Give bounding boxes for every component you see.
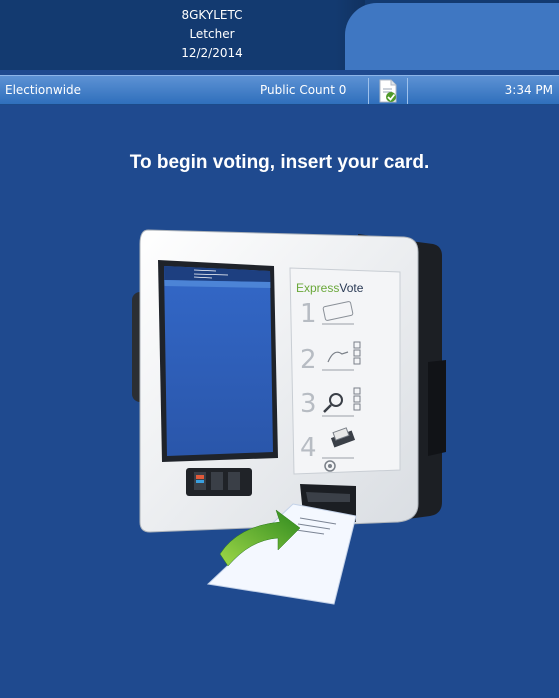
machine-screen	[164, 266, 273, 456]
brand-logo: ExpressVote	[296, 281, 364, 295]
clock-time: 3:34 PM	[504, 83, 553, 97]
election-date: 12/2/2014	[181, 46, 243, 60]
step-number: 4	[300, 433, 317, 463]
election-mode: Electionwide	[5, 83, 82, 97]
step-number: 1	[300, 299, 317, 329]
public-count: Public Count 0	[260, 83, 347, 97]
header-bar: 8GKYLETC Letcher 12/2/2014	[0, 0, 559, 70]
county-name: Letcher	[189, 27, 235, 41]
status-bar: Electionwide Public Count 0 3:34 PM	[0, 75, 559, 105]
step-number: 3	[300, 389, 317, 419]
precinct-code: 8GKYLETC	[181, 8, 243, 22]
status-divider	[368, 78, 369, 104]
header-tab	[345, 3, 559, 70]
voting-machine-illustration: ExpressVote 1 2 3 4	[132, 229, 446, 605]
status-divider	[407, 78, 408, 104]
step-number: 2	[300, 345, 317, 375]
instruction-heading: To begin voting, insert your card.	[129, 152, 430, 173]
election-info: 8GKYLETC Letcher 12/2/2014	[128, 6, 296, 63]
right-grip-dark	[428, 360, 446, 456]
document-check-icon[interactable]	[378, 79, 398, 103]
